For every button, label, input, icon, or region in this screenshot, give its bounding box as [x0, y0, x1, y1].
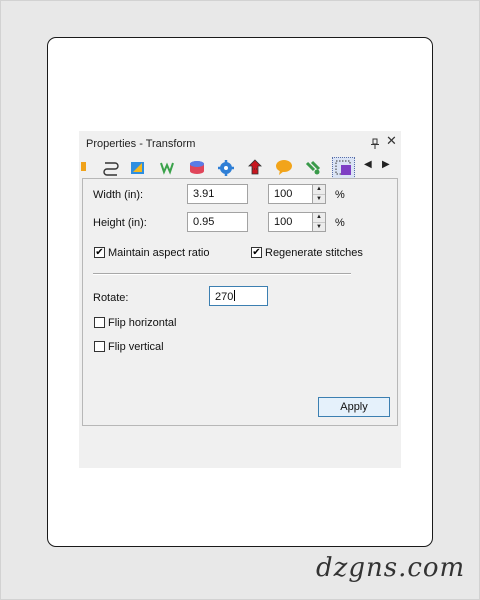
prev-tab-icon[interactable]: ◀	[364, 159, 372, 170]
width-label: Width (in):	[93, 189, 144, 201]
partial-icon[interactable]	[79, 158, 97, 176]
width-input[interactable]: 3.91	[187, 184, 248, 204]
height-percent-stepper[interactable]: ▲ ▼	[312, 212, 326, 232]
transform-icon[interactable]	[332, 157, 355, 179]
red-stitch-icon[interactable]	[246, 158, 264, 176]
maintain-aspect-checkbox[interactable]: ✔	[94, 247, 105, 258]
regenerate-stitches-label[interactable]: Regenerate stitches	[265, 247, 363, 259]
loop-icon[interactable]	[102, 158, 120, 176]
rotate-label: Rotate:	[93, 292, 129, 304]
next-tab-icon[interactable]: ▶	[382, 159, 390, 170]
flip-vertical-label[interactable]: Flip vertical	[108, 341, 164, 353]
apply-button[interactable]: Apply	[318, 397, 390, 417]
panel-title: Properties - Transform	[86, 138, 196, 150]
properties-panel: Properties - Transform ✕ ◀ ▶ Width (in):…	[79, 131, 401, 468]
maintain-aspect-label[interactable]: Maintain aspect ratio	[108, 247, 210, 259]
spin-up-icon[interactable]: ▲	[313, 185, 325, 195]
height-input[interactable]: 0.95	[187, 212, 248, 232]
pin-icon[interactable]	[370, 137, 380, 155]
transform-content: Width (in): 3.91 100 ▲ ▼ % Height (in): …	[82, 178, 398, 426]
height-label: Height (in):	[93, 217, 147, 229]
width-percent-input[interactable]: 100	[268, 184, 314, 204]
green-node-icon[interactable]	[304, 158, 322, 176]
shape-icon[interactable]	[129, 158, 147, 176]
flip-vertical-checkbox[interactable]	[94, 341, 105, 352]
text-caret	[234, 290, 236, 301]
flip-horizontal-checkbox[interactable]	[94, 317, 105, 328]
spin-up-icon[interactable]: ▲	[313, 213, 325, 223]
height-percent-input[interactable]: 100	[268, 212, 314, 232]
toolbar: ◀ ▶	[79, 156, 401, 179]
regenerate-stitches-checkbox[interactable]: ✔	[251, 247, 262, 258]
rotate-input[interactable]: 270	[209, 286, 268, 306]
close-icon[interactable]: ✕	[386, 134, 397, 147]
spin-down-icon[interactable]: ▼	[313, 223, 325, 232]
divider	[93, 273, 351, 275]
watermark: dzgns.com	[316, 553, 466, 583]
width-percent-sign: %	[335, 189, 345, 201]
gear-icon[interactable]	[217, 158, 235, 176]
height-percent-sign: %	[335, 217, 345, 229]
rotate-value: 270	[215, 291, 234, 303]
width-percent-stepper[interactable]: ▲ ▼	[312, 184, 326, 204]
flip-horizontal-label[interactable]: Flip horizontal	[108, 317, 176, 329]
speech-icon[interactable]	[275, 158, 293, 176]
spin-down-icon[interactable]: ▼	[313, 195, 325, 204]
color-cup-icon[interactable]	[188, 158, 206, 176]
stitch-w-icon[interactable]	[159, 158, 177, 176]
